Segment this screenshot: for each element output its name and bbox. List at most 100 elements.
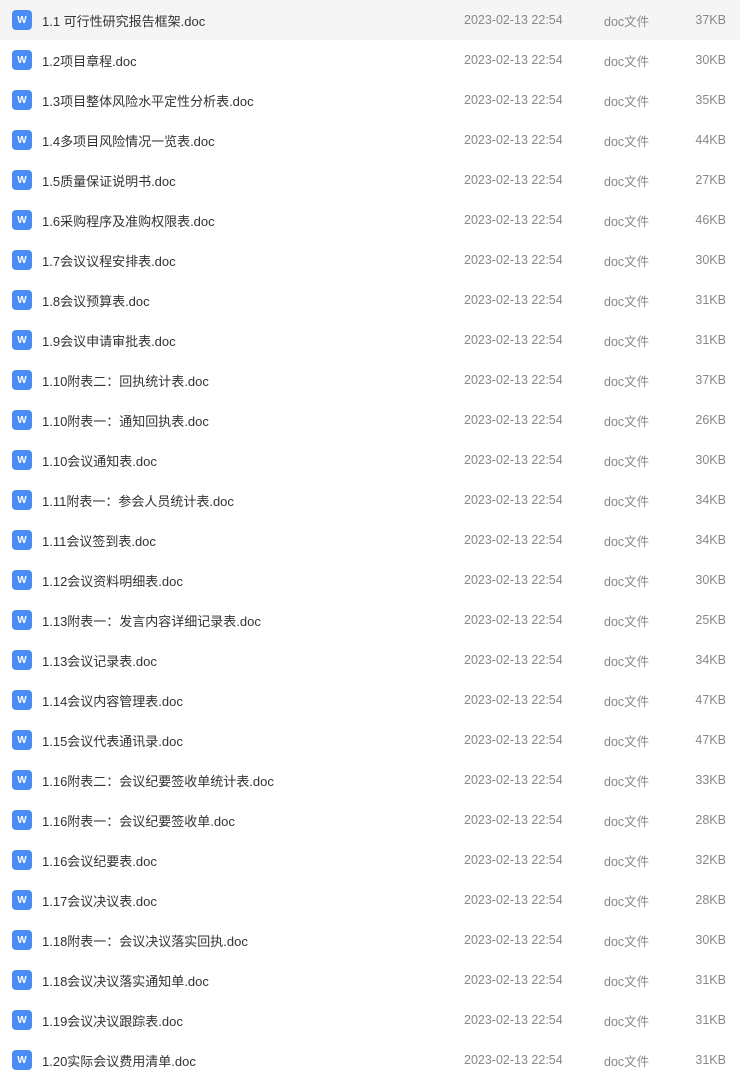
file-type: doc文件	[604, 491, 680, 510]
file-row[interactable]: W1.19会议决议跟踪表.doc2023-02-13 22:54doc文件31K…	[0, 1000, 740, 1040]
file-type: doc文件	[604, 1051, 680, 1070]
file-name: 1.11会议签到表.doc	[42, 531, 464, 550]
file-name: 1.12会议资料明细表.doc	[42, 571, 464, 590]
file-row[interactable]: W1.16附表一：会议纪要签收单.doc2023-02-13 22:54doc文…	[0, 800, 740, 840]
file-date: 2023-02-13 22:54	[464, 693, 604, 707]
file-row[interactable]: W1.13会议记录表.doc2023-02-13 22:54doc文件34KB	[0, 640, 740, 680]
file-row[interactable]: W1.17会议决议表.doc2023-02-13 22:54doc文件28KB	[0, 880, 740, 920]
file-size: 31KB	[680, 333, 740, 347]
file-row[interactable]: W1.6采购程序及准购权限表.doc2023-02-13 22:54doc文件4…	[0, 200, 740, 240]
file-row[interactable]: W1.18附表一：会议决议落实回执.doc2023-02-13 22:54doc…	[0, 920, 740, 960]
file-type: doc文件	[604, 11, 680, 30]
file-type: doc文件	[604, 331, 680, 350]
file-row[interactable]: W1.10会议通知表.doc2023-02-13 22:54doc文件30KB	[0, 440, 740, 480]
file-row[interactable]: W1.16会议纪要表.doc2023-02-13 22:54doc文件32KB	[0, 840, 740, 880]
file-size: 31KB	[680, 1053, 740, 1067]
doc-file-icon: W	[12, 250, 32, 270]
file-row[interactable]: W1.10附表一：通知回执表.doc2023-02-13 22:54doc文件2…	[0, 400, 740, 440]
doc-file-icon: W	[12, 450, 32, 470]
file-type: doc文件	[604, 291, 680, 310]
file-name: 1.2项目章程.doc	[42, 51, 464, 70]
file-row[interactable]: W1.12会议资料明细表.doc2023-02-13 22:54doc文件30K…	[0, 560, 740, 600]
doc-file-icon: W	[12, 130, 32, 150]
file-size: 30KB	[680, 573, 740, 587]
file-row[interactable]: W 1.1 可行性研究报告框架.doc2023-02-13 22:54doc文件3…	[0, 0, 740, 40]
doc-file-icon: W	[12, 850, 32, 870]
file-size: 34KB	[680, 493, 740, 507]
file-date: 2023-02-13 22:54	[464, 613, 604, 627]
file-row[interactable]: W1.11附表一：参会人员统计表.doc2023-02-13 22:54doc文…	[0, 480, 740, 520]
file-row[interactable]: W1.8会议预算表.doc2023-02-13 22:54doc文件31KB	[0, 280, 740, 320]
file-size: 37KB	[680, 13, 740, 27]
file-date: 2023-02-13 22:54	[464, 253, 604, 267]
doc-file-icon: W	[12, 10, 32, 30]
file-name: 1.1 可行性研究报告框架.doc	[42, 11, 464, 30]
doc-file-icon: W	[12, 90, 32, 110]
file-date: 2023-02-13 22:54	[464, 893, 604, 907]
file-name: 1.16附表一：会议纪要签收单.doc	[42, 811, 464, 830]
file-name: 1.15会议代表通讯录.doc	[42, 731, 464, 750]
file-size: 31KB	[680, 293, 740, 307]
file-size: 27KB	[680, 173, 740, 187]
file-date: 2023-02-13 22:54	[464, 133, 604, 147]
file-row[interactable]: W1.20实际会议费用清单.doc2023-02-13 22:54doc文件31…	[0, 1040, 740, 1080]
file-row[interactable]: W1.9会议申请审批表.doc2023-02-13 22:54doc文件31KB	[0, 320, 740, 360]
file-date: 2023-02-13 22:54	[464, 373, 604, 387]
file-row[interactable]: W1.7会议议程安排表.doc2023-02-13 22:54doc文件30KB	[0, 240, 740, 280]
file-size: 35KB	[680, 93, 740, 107]
file-name: 1.9会议申请审批表.doc	[42, 331, 464, 350]
file-row[interactable]: W1.10附表二：回执统计表.doc2023-02-13 22:54doc文件3…	[0, 360, 740, 400]
file-size: 28KB	[680, 893, 740, 907]
file-row[interactable]: W1.14会议内容管理表.doc2023-02-13 22:54doc文件47K…	[0, 680, 740, 720]
file-date: 2023-02-13 22:54	[464, 853, 604, 867]
file-row[interactable]: W1.15会议代表通讯录.doc2023-02-13 22:54doc文件47K…	[0, 720, 740, 760]
file-name: 1.10会议通知表.doc	[42, 451, 464, 470]
file-size: 33KB	[680, 773, 740, 787]
file-date: 2023-02-13 22:54	[464, 733, 604, 747]
file-row[interactable]: W1.2项目章程.doc2023-02-13 22:54doc文件30KB	[0, 40, 740, 80]
file-date: 2023-02-13 22:54	[464, 1053, 604, 1067]
file-name: 1.18附表一：会议决议落实回执.doc	[42, 931, 464, 950]
doc-file-icon: W	[12, 570, 32, 590]
file-type: doc文件	[604, 891, 680, 910]
doc-file-icon: W	[12, 1010, 32, 1030]
file-type: doc文件	[604, 731, 680, 750]
doc-file-icon: W	[12, 730, 32, 750]
file-type: doc文件	[604, 611, 680, 630]
file-type: doc文件	[604, 531, 680, 550]
doc-file-icon: W	[12, 530, 32, 550]
file-type: doc文件	[604, 411, 680, 430]
file-row[interactable]: W1.5质量保证说明书.doc2023-02-13 22:54doc文件27KB	[0, 160, 740, 200]
file-name: 1.13会议记录表.doc	[42, 651, 464, 670]
file-name: 1.18会议决议落实通知单.doc	[42, 971, 464, 990]
doc-file-icon: W	[12, 770, 32, 790]
file-size: 31KB	[680, 1013, 740, 1027]
file-date: 2023-02-13 22:54	[464, 53, 604, 67]
file-size: 30KB	[680, 933, 740, 947]
file-row[interactable]: W1.4多项目风险情况一览表.doc2023-02-13 22:54doc文件4…	[0, 120, 740, 160]
file-name: 1.6采购程序及准购权限表.doc	[42, 211, 464, 230]
file-date: 2023-02-13 22:54	[464, 173, 604, 187]
file-name: 1.16会议纪要表.doc	[42, 851, 464, 870]
file-type: doc文件	[604, 451, 680, 470]
file-type: doc文件	[604, 131, 680, 150]
file-size: 28KB	[680, 813, 740, 827]
file-row[interactable]: W1.16附表二：会议纪要签收单统计表.doc2023-02-13 22:54d…	[0, 760, 740, 800]
doc-file-icon: W	[12, 970, 32, 990]
doc-file-icon: W	[12, 410, 32, 430]
file-row[interactable]: W1.3项目整体风险水平定性分析表.doc2023-02-13 22:54doc…	[0, 80, 740, 120]
file-name: 1.5质量保证说明书.doc	[42, 171, 464, 190]
file-type: doc文件	[604, 651, 680, 670]
doc-file-icon: W	[12, 170, 32, 190]
file-name: 1.8会议预算表.doc	[42, 291, 464, 310]
doc-file-icon: W	[12, 890, 32, 910]
file-row[interactable]: W1.18会议决议落实通知单.doc2023-02-13 22:54doc文件3…	[0, 960, 740, 1000]
file-date: 2023-02-13 22:54	[464, 13, 604, 27]
file-size: 37KB	[680, 373, 740, 387]
file-type: doc文件	[604, 691, 680, 710]
file-row[interactable]: W1.11会议签到表.doc2023-02-13 22:54doc文件34KB	[0, 520, 740, 560]
file-date: 2023-02-13 22:54	[464, 533, 604, 547]
doc-file-icon: W	[12, 290, 32, 310]
doc-file-icon: W	[12, 610, 32, 630]
file-row[interactable]: W1.13附表一：发言内容详细记录表.doc2023-02-13 22:54do…	[0, 600, 740, 640]
